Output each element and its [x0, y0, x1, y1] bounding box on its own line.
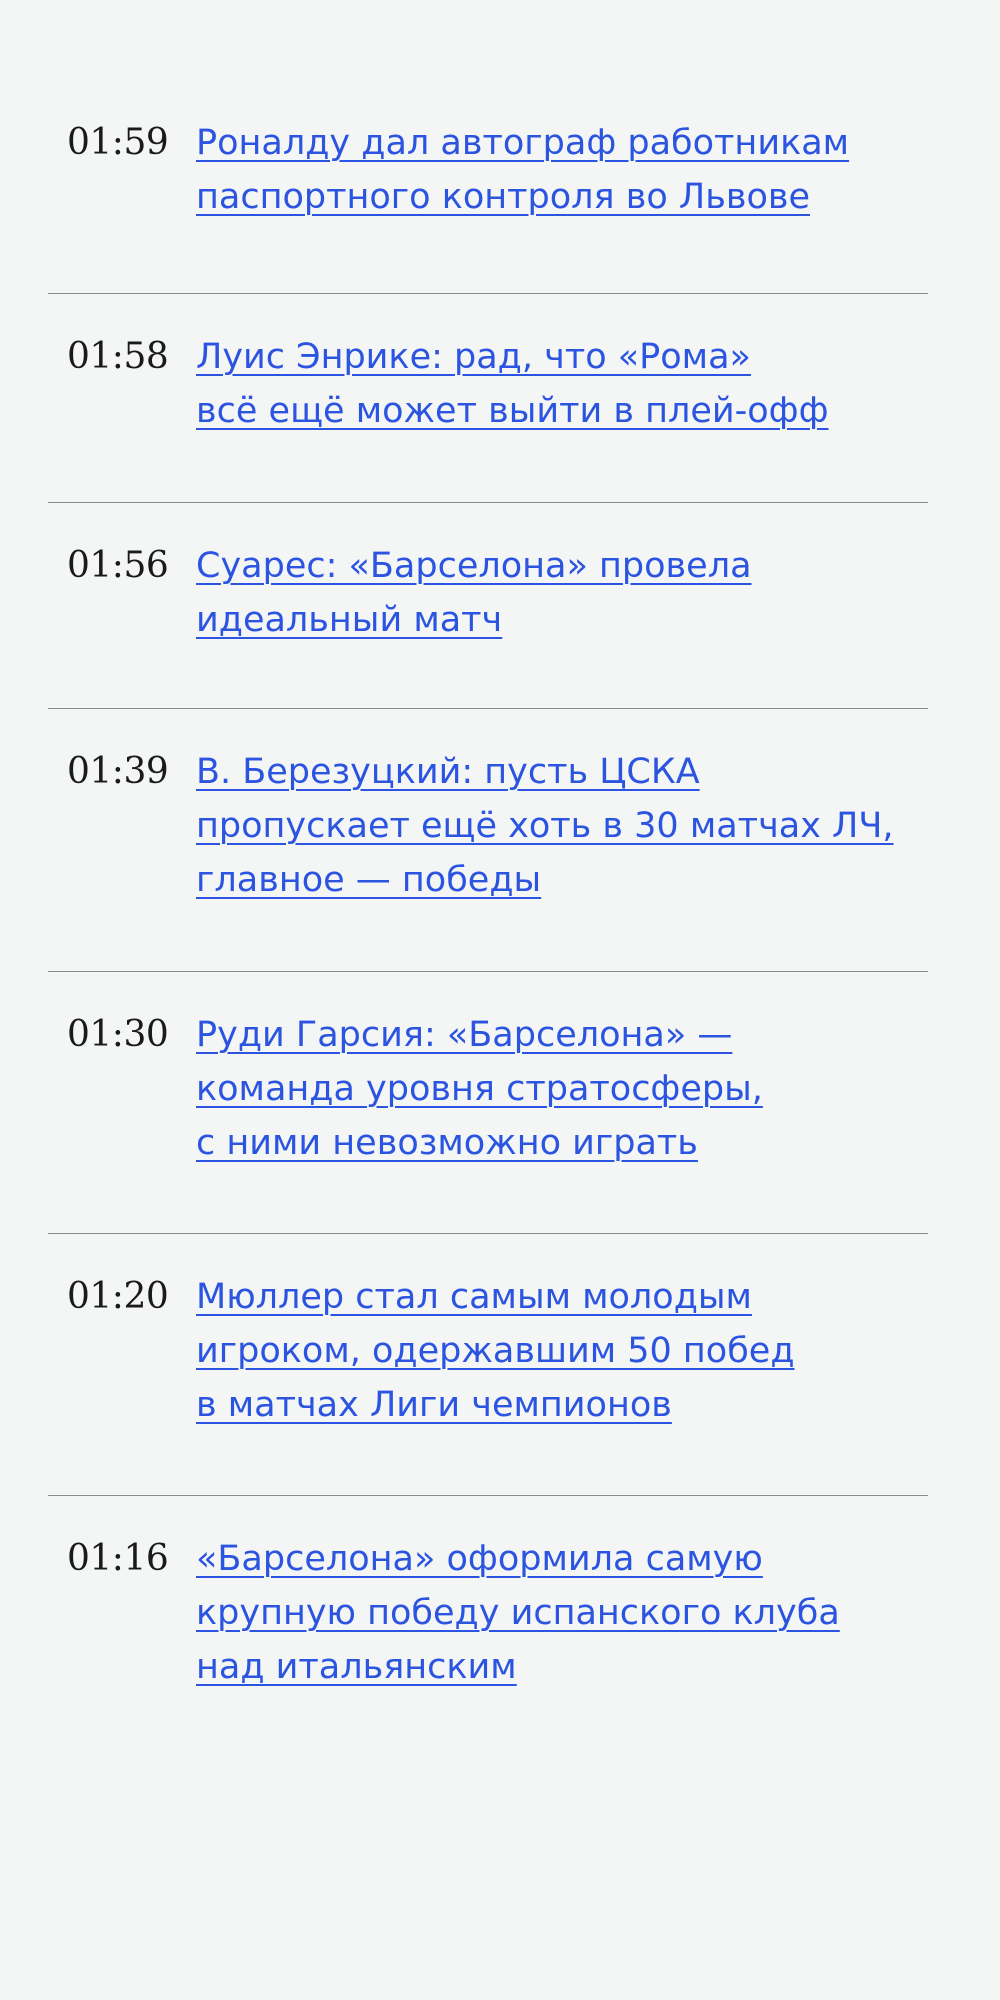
news-time: 01:16: [67, 1538, 169, 1579]
news-item: 01:56 Суарес: «Барселона» провела идеаль…: [48, 503, 928, 709]
news-time: 01:56: [67, 545, 169, 586]
news-item: 01:30 Руди Гарсия: «Барселона» — команда…: [48, 972, 928, 1234]
news-headline-link[interactable]: Луис Энрике: рад, что «Рома» всё ещё мож…: [196, 330, 916, 438]
news-time: 01:20: [67, 1276, 169, 1317]
news-time: 01:58: [67, 336, 169, 377]
news-item: 01:58 Луис Энрике: рад, что «Рома» всё е…: [48, 294, 928, 503]
news-time: 01:30: [67, 1014, 169, 1055]
news-headline-link[interactable]: «Барселона» оформила самую крупную побед…: [196, 1532, 916, 1694]
news-headline-link[interactable]: В. Березуцкий: пусть ЦСКА пропускает ещё…: [196, 745, 916, 907]
news-item: 01:16 «Барселона» оформила самую крупную…: [48, 1496, 928, 1796]
news-headline-link[interactable]: Мюллер стал самым молодым игроком, одерж…: [196, 1270, 916, 1432]
news-item: 01:39 В. Березуцкий: пусть ЦСКА пропуска…: [48, 709, 928, 972]
news-headline-link[interactable]: Суарес: «Барселона» провела идеальный ма…: [196, 539, 916, 647]
news-item: 01:20 Мюллер стал самым молодым игроком,…: [48, 1234, 928, 1496]
news-feed: 01:59 Роналду дал автограф работникам па…: [48, 0, 928, 1796]
news-headline-link[interactable]: Руди Гарсия: «Барселона» — команда уровн…: [196, 1008, 916, 1170]
news-headline-link[interactable]: Роналду дал автограф работникам паспортн…: [196, 116, 916, 224]
news-item: 01:59 Роналду дал автограф работникам па…: [48, 0, 928, 294]
news-time: 01:59: [67, 122, 169, 163]
news-time: 01:39: [67, 751, 169, 792]
